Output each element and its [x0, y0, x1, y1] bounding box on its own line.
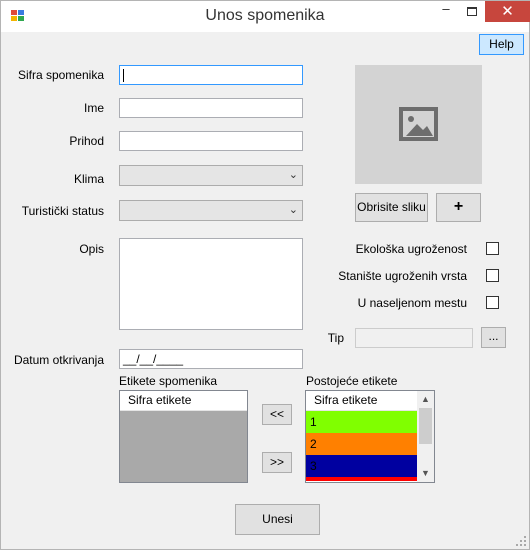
opis-label: Opis [79, 242, 104, 256]
maximize-button[interactable] [459, 1, 485, 22]
minimize-button[interactable]: – [433, 1, 459, 22]
postojece-etikete-list[interactable]: Sifra etikete 123 ▲ ▼ [305, 390, 435, 483]
tip-browse-button[interactable]: ... [481, 327, 506, 348]
staniste-checkbox[interactable] [486, 269, 499, 282]
naseljeno-label: U naseljenom mestu [357, 296, 467, 310]
scrollbar[interactable]: ▲ ▼ [417, 391, 434, 482]
add-image-button[interactable]: + [436, 193, 481, 222]
staniste-label: Stanište ugroženih vrsta [338, 269, 467, 283]
image-placeholder-icon [399, 107, 438, 141]
postojece-etikete-label: Postojeće etikete [306, 374, 398, 388]
chevron-down-icon: ⌄ [288, 204, 298, 216]
scroll-down-icon[interactable]: ▼ [417, 465, 434, 482]
move-right-button[interactable]: >> [262, 452, 292, 473]
sifra-input[interactable] [119, 65, 303, 85]
maximize-icon [467, 7, 477, 16]
title-bar[interactable]: Unos spomenika – ✕ [1, 1, 530, 32]
turisticki-label: Turistički status [21, 204, 104, 218]
klima-select[interactable]: ⌄ [119, 165, 303, 186]
tag-row[interactable]: 3 [306, 455, 417, 477]
scroll-up-icon[interactable]: ▲ [417, 391, 434, 408]
sifra-label: Sifra spomenika [17, 68, 104, 82]
opis-textarea[interactable] [119, 238, 303, 330]
ekoloska-label: Ekološka ugroženost [355, 242, 467, 256]
postojece-etikete-header[interactable]: Sifra etikete [306, 391, 417, 411]
etikete-spomenika-header[interactable]: Sifra etikete [120, 391, 247, 411]
datum-input[interactable]: __/__/____ [119, 349, 303, 369]
app-window: Unos spomenika – ✕ Help Sifra spomenika … [0, 0, 530, 550]
klima-label: Klima [73, 172, 104, 186]
postojece-etikete-rows: 123 [306, 411, 434, 481]
prihod-input[interactable] [119, 131, 303, 151]
submit-button[interactable]: Unesi [235, 504, 320, 535]
image-preview [355, 65, 482, 184]
chevron-down-icon: ⌄ [288, 169, 298, 181]
resize-grip[interactable] [516, 536, 526, 546]
tag-row[interactable]: 1 [306, 411, 417, 433]
etikete-spomenika-list[interactable]: Sifra etikete [119, 390, 248, 483]
turisticki-select[interactable]: ⌄ [119, 200, 303, 221]
text-caret [123, 69, 124, 83]
tip-input[interactable] [355, 328, 473, 348]
datum-label: Datum otkrivanja [13, 353, 104, 367]
etikete-spomenika-label: Etikete spomenika [119, 374, 218, 388]
naseljeno-checkbox[interactable] [486, 296, 499, 309]
move-left-button[interactable]: << [262, 404, 292, 425]
tag-row[interactable] [306, 477, 417, 481]
ime-input[interactable] [119, 98, 303, 118]
close-button[interactable]: ✕ [485, 1, 530, 22]
scroll-thumb[interactable] [419, 408, 432, 444]
tag-row[interactable]: 2 [306, 433, 417, 455]
ime-label: Ime [83, 101, 104, 115]
prihod-label: Prihod [69, 134, 104, 148]
remove-image-button[interactable]: Obrisite sliku [355, 193, 428, 222]
ekoloska-checkbox[interactable] [486, 242, 499, 255]
tip-label: Tip [327, 331, 344, 345]
help-menu[interactable]: Help [479, 34, 524, 55]
